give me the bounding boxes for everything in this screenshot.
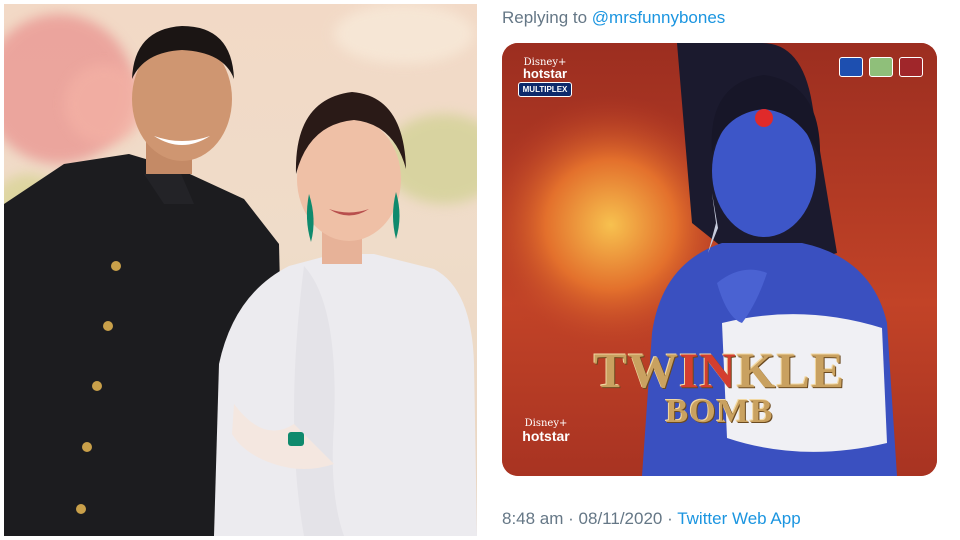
- tweet-date[interactable]: 08/11/2020: [579, 509, 663, 528]
- source-app-link[interactable]: Twitter Web App: [677, 509, 800, 528]
- hotstar-logo-top: Disney+ hotstar MULTIPLEX: [516, 57, 574, 97]
- title-part1: TW: [593, 342, 680, 398]
- tweet-media-poster[interactable]: Disney+ hotstar MULTIPLEX TWINKLE BOMB D…: [502, 43, 937, 476]
- tweet-card: Replying to @mrsfunnybones Disney+ hotst…: [490, 0, 960, 540]
- meta-separator-2: ·: [662, 509, 678, 528]
- reply-handle-link[interactable]: @mrsfunnybones: [592, 8, 726, 27]
- woman-figure: [214, 92, 477, 536]
- hotstar-logo-bottom: Disney+ hotstar: [518, 418, 574, 444]
- distributor-badge-icon: [899, 57, 923, 77]
- replying-to: Replying to @mrsfunnybones: [502, 8, 725, 28]
- people-illustration: [4, 26, 477, 536]
- studio-badge-icon: [839, 57, 863, 77]
- brand-bottom-line2: hotstar: [522, 428, 570, 444]
- title-part2: IN: [679, 342, 737, 398]
- poster-title: TWINKLE: [502, 341, 937, 399]
- replying-prefix: Replying to: [502, 8, 588, 27]
- production-badge-icon: [869, 57, 893, 77]
- tweet-time[interactable]: 8:48 am: [502, 509, 563, 528]
- brand-top-line2: hotstar: [522, 66, 568, 81]
- poster-badges: [839, 57, 923, 77]
- title-part3: KLE: [736, 342, 846, 398]
- multiplex-badge: MULTIPLEX: [517, 82, 573, 97]
- tweet-meta: 8:48 am · 08/11/2020 · Twitter Web App: [502, 509, 801, 529]
- couple-photo: [4, 4, 477, 536]
- meta-separator: ·: [563, 509, 579, 528]
